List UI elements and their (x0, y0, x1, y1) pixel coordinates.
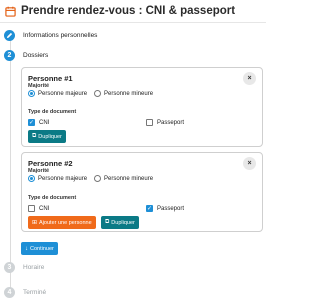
add-person-button[interactable]: ⊞ Ajouter une personne (28, 216, 96, 229)
close-button[interactable]: × (243, 157, 256, 170)
radio-dot (28, 90, 35, 97)
continue-button[interactable]: ↓ Continuer (21, 242, 58, 255)
checkbox-cni[interactable]: ✓ CNI (28, 119, 49, 126)
radio-mineure[interactable]: Personne mineure (94, 175, 153, 182)
step-informations[interactable]: Informations personnelles (4, 30, 97, 41)
duplicate-button[interactable]: ⧉ Dupliquer (28, 130, 66, 143)
page-title: Prendre rendez-vous : CNI & passeport (21, 5, 236, 17)
doc-type-label: Type de document (28, 195, 77, 201)
radio-label: Personne mineure (104, 175, 154, 182)
plus-icon: ⊞ (32, 220, 38, 226)
person-card: Personne #1 × Majorité Personne majeure … (21, 67, 263, 147)
radio-dot (94, 90, 101, 97)
majority-label: Majorité (28, 168, 50, 174)
checkbox-box (146, 119, 153, 126)
checkbox-cni[interactable]: CNI (28, 205, 49, 212)
checkbox-passeport[interactable]: ✓ Passeport (146, 205, 184, 212)
step-number: 2 (4, 50, 15, 61)
arrow-down-icon: ↓ (25, 245, 28, 252)
step-dossiers[interactable]: 2 Dossiers (4, 50, 48, 61)
checkbox-passeport[interactable]: Passeport (146, 119, 184, 126)
checkbox-label: Passeport (157, 119, 185, 126)
button-label: Continuer (30, 245, 54, 252)
person-title: Personne #1 (28, 74, 73, 83)
step-number: 4 (4, 287, 15, 298)
step-label: Informations personnelles (23, 32, 98, 39)
radio-majeure[interactable]: Personne majeure (28, 175, 87, 182)
copy-icon: ⧉ (105, 219, 110, 225)
radio-label: Personne mineure (104, 90, 154, 97)
calendar-icon (4, 5, 17, 18)
radio-majeure[interactable]: Personne majeure (28, 90, 87, 97)
radio-label: Personne majeure (38, 175, 88, 182)
duplicate-button[interactable]: ⧉ Dupliquer (101, 216, 139, 229)
copy-icon: ⧉ (32, 133, 37, 139)
step-label: Dossiers (23, 52, 49, 59)
checkbox-label: CNI (39, 119, 50, 126)
button-label: Ajouter une personne (39, 219, 92, 226)
step-number: 3 (4, 262, 15, 273)
radio-dot (94, 175, 101, 182)
radio-dot (28, 175, 35, 182)
step-label: Horaire (23, 264, 45, 271)
person-title: Personne #2 (28, 159, 73, 168)
doc-type-label: Type de document (28, 109, 77, 115)
step-label: Terminé (23, 289, 47, 296)
button-label: Dupliquer (38, 133, 62, 140)
step-termine: 4 Terminé (4, 287, 46, 298)
button-label: Dupliquer (111, 219, 135, 226)
checkbox-box (28, 205, 35, 212)
checkbox-label: Passeport (157, 205, 185, 212)
majority-label: Majorité (28, 83, 50, 89)
pencil-icon (4, 30, 15, 41)
radio-label: Personne majeure (38, 90, 88, 97)
check-icon: ✓ (146, 205, 153, 212)
close-button[interactable]: × (243, 72, 256, 85)
header-divider (0, 22, 266, 23)
page-header: Prendre rendez-vous : CNI & passeport (0, 0, 266, 22)
stepper-line (10, 38, 11, 295)
check-icon: ✓ (28, 119, 35, 126)
checkbox-label: CNI (39, 205, 50, 212)
radio-mineure[interactable]: Personne mineure (94, 90, 153, 97)
person-card: Personne #2 × Majorité Personne majeure … (21, 152, 263, 232)
step-horaire: 3 Horaire (4, 262, 44, 273)
